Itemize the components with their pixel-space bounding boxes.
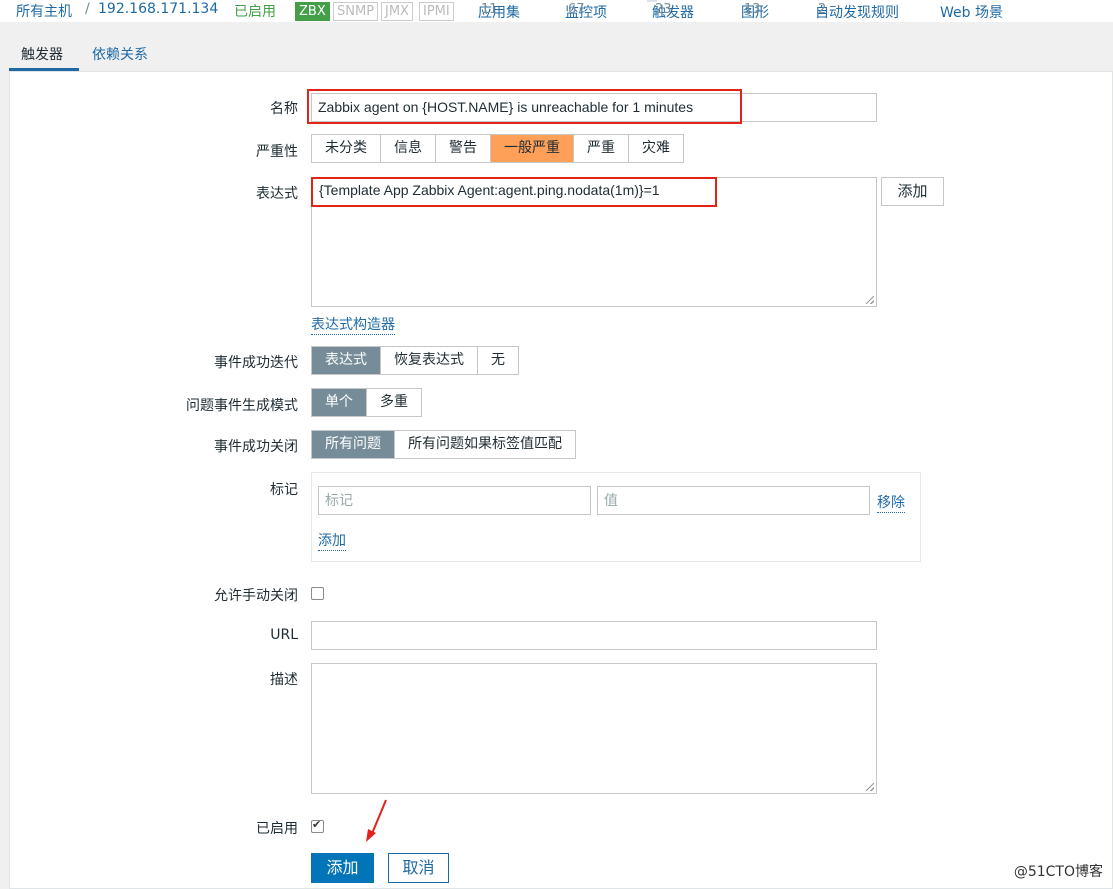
problem-mode-multiple[interactable]: 多重	[367, 389, 421, 416]
tab-dependencies[interactable]: 依赖关系	[92, 44, 148, 64]
resize-handle[interactable]	[866, 296, 874, 304]
zbx-badge: ZBX	[295, 2, 330, 21]
host-status[interactable]: 已启用	[234, 1, 276, 21]
nav-count: 67	[568, 2, 585, 17]
snmp-badge: SNMP	[333, 2, 379, 21]
nav-triggers[interactable]: 触发器 23	[647, 0, 694, 21]
ok-event-none[interactable]: 无	[478, 347, 518, 374]
ok-event-recovery-expression[interactable]: 恢复表达式	[381, 347, 478, 374]
ok-close-selector: 所有问题 所有问题如果标签值匹配	[311, 430, 576, 459]
ok-close-tag-match[interactable]: 所有问题如果标签值匹配	[395, 431, 575, 458]
tag-add-link[interactable]: 添加	[318, 530, 346, 551]
jmx-badge: JMX	[381, 2, 413, 21]
expression-textarea[interactable]: {Template App Zabbix Agent:agent.ping.no…	[311, 177, 877, 307]
nav-label: 自动发现规则	[815, 5, 899, 21]
ok-event-label: 事件成功迭代	[214, 355, 298, 371]
expression-label: 表达式	[256, 186, 298, 202]
manual-close-label: 允许手动关闭	[214, 588, 298, 604]
nav-count: 2	[818, 2, 827, 17]
tag-name-input[interactable]: 标记	[318, 486, 591, 515]
name-input[interactable]: Zabbix agent on {HOST.NAME} is unreachab…	[311, 93, 877, 122]
enabled-checkbox[interactable]	[311, 818, 324, 833]
description-label: 描述	[270, 672, 298, 688]
description-textarea[interactable]	[311, 663, 877, 794]
nav-count: 13	[744, 2, 761, 17]
add-button[interactable]: 添加	[311, 853, 374, 883]
tag-value-input[interactable]: 值	[597, 486, 870, 515]
ok-close-label: 事件成功关闭	[214, 439, 298, 455]
severity-high[interactable]: 严重	[574, 135, 629, 162]
severity-warning[interactable]: 警告	[436, 135, 491, 162]
problem-mode-selector: 单个 多重	[311, 388, 422, 417]
manual-close-checkbox[interactable]	[311, 587, 324, 600]
tags-label: 标记	[270, 482, 298, 498]
ok-close-all-problems[interactable]: 所有问题	[312, 431, 395, 458]
form-tabs: 触发器 依赖关系	[0, 30, 1113, 71]
url-input[interactable]	[311, 621, 877, 650]
all-hosts-link[interactable]: 所有主机	[16, 1, 72, 21]
expression-add-button[interactable]: 添加	[881, 177, 944, 206]
severity-information[interactable]: 信息	[381, 135, 436, 162]
severity-selector: 未分类 信息 警告 一般严重 严重 灾难	[311, 134, 684, 163]
annotation-arrow-icon	[366, 799, 387, 842]
severity-label: 严重性	[256, 144, 298, 160]
severity-not-classified[interactable]: 未分类	[312, 135, 381, 162]
severity-average[interactable]: 一般严重	[491, 135, 574, 162]
expression-constructor-link[interactable]: 表达式构造器	[311, 314, 395, 335]
nav-count: 11	[481, 2, 498, 17]
url-label: URL	[270, 627, 298, 643]
nav-count: 23	[655, 2, 672, 17]
ok-event-expression[interactable]: 表达式	[312, 347, 381, 374]
ipmi-badge: IPMI	[419, 2, 454, 21]
tab-trigger[interactable]: 触发器	[21, 44, 63, 64]
problem-mode-label: 问题事件生成模式	[186, 398, 298, 414]
host-nav-bar: 所有主机 / 192.168.171.134 已启用 ZBX SNMP JMX …	[0, 0, 1113, 22]
resize-handle[interactable]	[866, 783, 874, 791]
nav-label: Web 场景	[940, 5, 1003, 21]
breadcrumb-separator: /	[85, 1, 90, 17]
expression-text: {Template App Zabbix Agent:agent.ping.no…	[319, 182, 660, 198]
tag-remove-link[interactable]: 移除	[877, 492, 905, 513]
severity-disaster[interactable]: 灾难	[629, 135, 683, 162]
host-link[interactable]: 192.168.171.134	[98, 1, 218, 17]
name-label: 名称	[270, 101, 298, 117]
problem-mode-single[interactable]: 单个	[312, 389, 367, 416]
watermark: @51CTO博客	[1013, 864, 1103, 880]
enabled-label: 已启用	[256, 821, 298, 837]
ok-event-selector: 表达式 恢复表达式 无	[311, 346, 519, 375]
cancel-button[interactable]: 取消	[388, 853, 449, 883]
